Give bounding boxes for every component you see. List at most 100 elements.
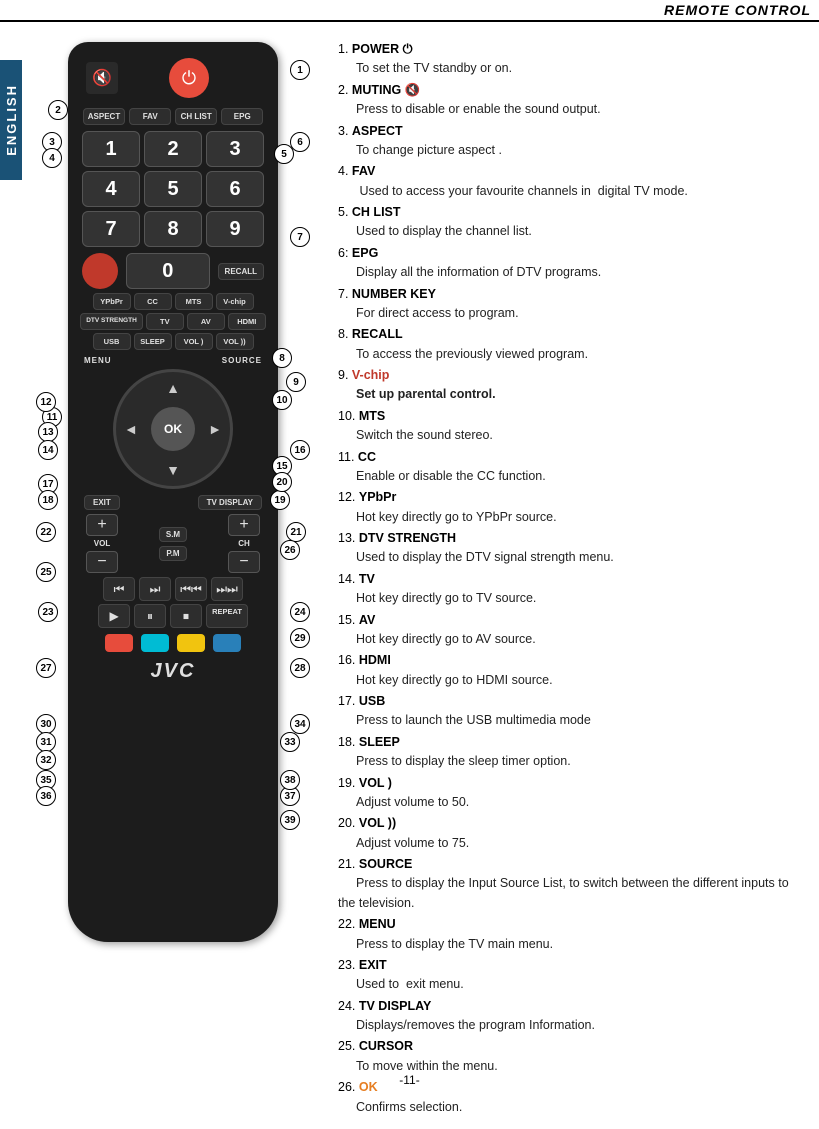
vol-plus-button[interactable]: + — [86, 514, 118, 536]
hdmi-button[interactable]: HDMI — [228, 313, 266, 330]
tv-display-button[interactable]: TV DISPLAY — [198, 495, 262, 510]
callout-34: 34 — [290, 714, 310, 734]
num-0-button[interactable]: 0 — [126, 253, 210, 289]
fast-forward-button[interactable]: ⏭ — [139, 577, 171, 601]
num-3-button[interactable]: 3 — [206, 131, 264, 167]
num-1-button[interactable]: 1 — [82, 131, 140, 167]
exit-button[interactable]: EXIT — [84, 495, 120, 510]
next-button[interactable]: ⏭⏭ — [211, 577, 243, 601]
page-footer: -11- — [0, 1073, 819, 1087]
red-button[interactable] — [105, 634, 133, 652]
vol-label: VOL — [94, 539, 110, 548]
nav-right-arrow[interactable]: ► — [208, 421, 222, 437]
remote-area: 1 2 3 4 5 6 7 8 9 10 11 12 13 14 15 16 1… — [28, 32, 318, 1119]
cc-button[interactable]: CC — [134, 293, 172, 310]
page-title: REMOTE CONTROL — [664, 2, 811, 18]
remote-top-row: 🔇 ⏻ — [78, 54, 268, 102]
power-button[interactable]: ⏻ — [169, 58, 209, 98]
aspect-button[interactable]: ASPECT — [83, 108, 125, 125]
callout-25: 25 — [36, 562, 56, 582]
ok-button[interactable]: OK — [151, 407, 195, 451]
num-4-button[interactable]: 4 — [82, 171, 140, 207]
nav-up-arrow[interactable]: ▲ — [166, 380, 180, 396]
sm-pm-block: S.M P.M — [159, 527, 187, 561]
instruction-item-16: 16. HDMI Hot key directly go to HDMI sou… — [338, 651, 805, 690]
vol-down-button[interactable]: VOL ) — [175, 333, 213, 350]
vol-block: + VOL − — [86, 514, 118, 573]
fav-button[interactable]: FAV — [129, 108, 171, 125]
tv-button[interactable]: TV — [146, 313, 184, 330]
repeat-button[interactable]: REPEAT — [206, 604, 248, 628]
callout-31: 31 — [36, 732, 56, 752]
blue-button[interactable] — [213, 634, 241, 652]
callout-16: 16 — [290, 440, 310, 460]
number-grid: 1 2 3 4 5 6 7 8 9 — [82, 131, 264, 247]
cyan-button[interactable] — [141, 634, 169, 652]
callout-9: 9 — [286, 372, 306, 392]
vol-up-button[interactable]: VOL )) — [216, 333, 254, 350]
chlist-button[interactable]: CH LIST — [175, 108, 217, 125]
ch-minus-button[interactable]: − — [228, 551, 260, 573]
num-9-button[interactable]: 9 — [206, 211, 264, 247]
instructions-panel: 1. POWER ⏻ To set the TV standby or on. … — [328, 32, 809, 1119]
dtv-strength-button[interactable]: DTV STRENGTH — [80, 313, 143, 330]
callout-24: 24 — [290, 602, 310, 622]
yellow-button[interactable] — [177, 634, 205, 652]
callout-14: 14 — [38, 440, 58, 460]
sm-button[interactable]: S.M — [159, 527, 187, 542]
transport-row-1: ⏮ ⏭ ⏮⏮ ⏭⏭ — [82, 577, 264, 601]
instruction-item-9: 9. V-chip Set up parental control. — [338, 366, 805, 405]
dot-button[interactable] — [82, 253, 118, 289]
transport-row-2: ▶ ⏸ ⏹ REPEAT — [82, 604, 264, 628]
callout-20: 20 — [272, 472, 292, 492]
nav-circle[interactable]: ▲ ▼ ◄ ► OK — [113, 369, 233, 489]
instruction-item-11: 11. CC Enable or disable the CC function… — [338, 448, 805, 487]
num-8-button[interactable]: 8 — [144, 211, 202, 247]
mute-button[interactable]: 🔇 — [86, 62, 118, 94]
callout-21: 21 — [286, 522, 306, 542]
vchip-button[interactable]: V-chip — [216, 293, 254, 310]
nav-down-arrow[interactable]: ▼ — [166, 462, 180, 478]
instruction-item-10: 10. MTS Switch the sound stereo. — [338, 407, 805, 446]
instruction-item-20: 20. VOL )) Adjust volume to 75. — [338, 814, 805, 853]
instruction-item-8: 8. RECALL To access the previously viewe… — [338, 325, 805, 364]
func-row-1: YPbPr CC MTS V-chip — [80, 293, 266, 310]
rewind-button[interactable]: ⏮ — [103, 577, 135, 601]
callout-1: 1 — [290, 60, 310, 80]
side-label: ENGLISH — [0, 60, 22, 180]
nav-left-arrow[interactable]: ◄ — [124, 421, 138, 437]
epg-button[interactable]: EPG — [221, 108, 263, 125]
page-number: -11- — [399, 1073, 419, 1087]
play-button[interactable]: ▶ — [98, 604, 130, 628]
ypbpr-button[interactable]: YPbPr — [93, 293, 131, 310]
num-7-button[interactable]: 7 — [82, 211, 140, 247]
usb-button[interactable]: USB — [93, 333, 131, 350]
num-2-button[interactable]: 2 — [144, 131, 202, 167]
pm-button[interactable]: P.M — [159, 546, 186, 561]
sleep-button[interactable]: SLEEP — [134, 333, 172, 350]
pause-button[interactable]: ⏸ — [134, 604, 166, 628]
num-6-button[interactable]: 6 — [206, 171, 264, 207]
ch-plus-button[interactable]: + — [228, 514, 260, 536]
ch-label: CH — [238, 539, 250, 548]
av-button[interactable]: AV — [187, 313, 225, 330]
vol-minus-button[interactable]: − — [86, 551, 118, 573]
callout-33: 33 — [280, 732, 300, 752]
instruction-item-1: 1. POWER ⏻ To set the TV standby or on. — [338, 40, 805, 79]
instruction-item-7: 7. NUMBER KEY For direct access to progr… — [338, 285, 805, 324]
color-buttons-row — [82, 634, 264, 652]
prev-button[interactable]: ⏮⏮ — [175, 577, 207, 601]
instruction-item-23: 23. EXIT Used to exit menu. — [338, 956, 805, 995]
top-function-row: ASPECT FAV CH LIST EPG — [78, 108, 268, 125]
recall-button[interactable]: RECALL — [218, 263, 264, 280]
callout-12: 12 — [36, 392, 56, 412]
source-label: SOURCE — [222, 356, 262, 365]
stop-button[interactable]: ⏹ — [170, 604, 202, 628]
ch-block: + CH − — [228, 514, 260, 573]
callout-4: 4 — [42, 148, 62, 168]
callout-36: 36 — [36, 786, 56, 806]
callout-8: 8 — [272, 348, 292, 368]
mts-button[interactable]: MTS — [175, 293, 213, 310]
callout-7: 7 — [290, 227, 310, 247]
num-5-button[interactable]: 5 — [144, 171, 202, 207]
